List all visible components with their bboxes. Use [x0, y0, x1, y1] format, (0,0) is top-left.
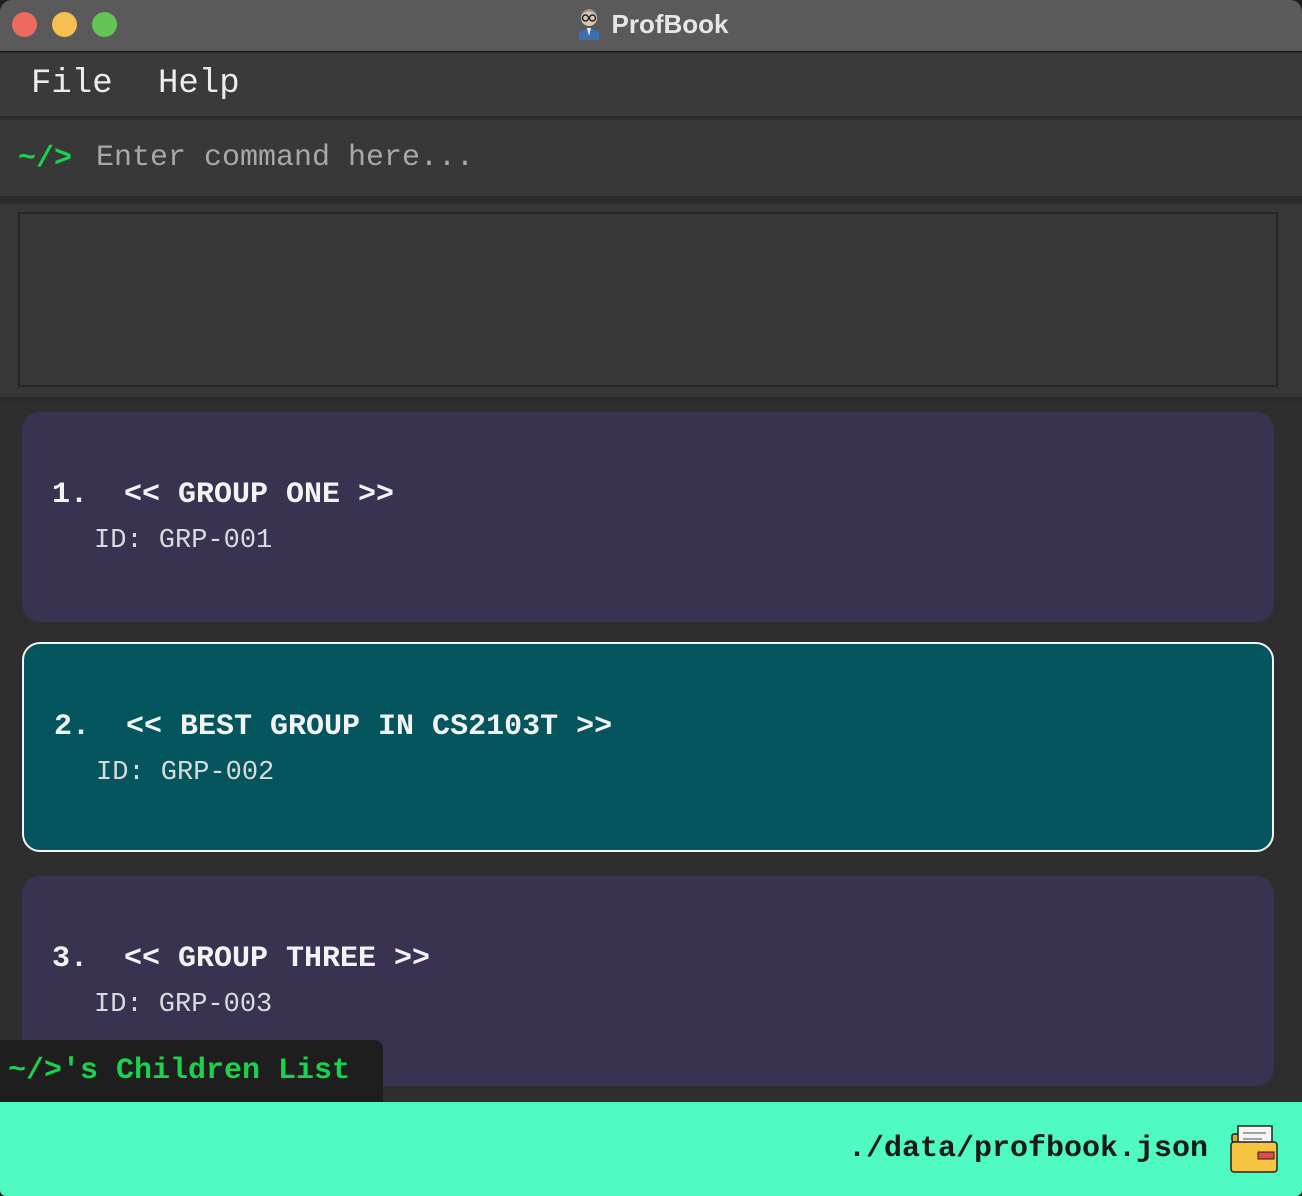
status-bar: ./data/profbook.json	[0, 1102, 1302, 1196]
result-display-area	[0, 204, 1302, 400]
command-box: ~/>	[0, 118, 1302, 200]
window-title-group: ProfBook	[0, 6, 1302, 42]
save-file-path: ./data/profbook.json	[847, 1132, 1208, 1166]
children-list[interactable]: 1. << GROUP ONE >> ID: GRP-001 2. << BES…	[0, 402, 1302, 1102]
menu-bar: File Help	[0, 53, 1302, 117]
menu-help[interactable]: Help	[158, 65, 240, 103]
card-id: ID: GRP-001	[94, 526, 273, 556]
card-id: ID: GRP-002	[96, 758, 275, 788]
card-id: ID: GRP-003	[94, 990, 273, 1020]
card-title: 1. << GROUP ONE >>	[52, 478, 395, 512]
menu-file[interactable]: File	[31, 65, 113, 103]
children-list-label: ~/>'s Children List	[0, 1040, 383, 1102]
professor-app-icon	[574, 8, 604, 40]
window-title: ProfBook	[611, 8, 729, 39]
title-bar: ProfBook	[0, 0, 1302, 52]
card-title: 2. << BEST GROUP IN CS2103T >>	[54, 710, 613, 744]
app-window: ProfBook File Help ~/> 1. << GROUP ONE >…	[0, 0, 1302, 1196]
command-input[interactable]	[96, 136, 1276, 180]
folder-icon	[1228, 1122, 1282, 1176]
list-card-best-group[interactable]: 2. << BEST GROUP IN CS2103T >> ID: GRP-0…	[22, 642, 1274, 852]
result-display	[18, 212, 1278, 387]
card-title: 3. << GROUP THREE >>	[52, 942, 431, 976]
command-prompt: ~/>	[18, 142, 73, 176]
list-card-group-one[interactable]: 1. << GROUP ONE >> ID: GRP-001	[22, 412, 1274, 622]
